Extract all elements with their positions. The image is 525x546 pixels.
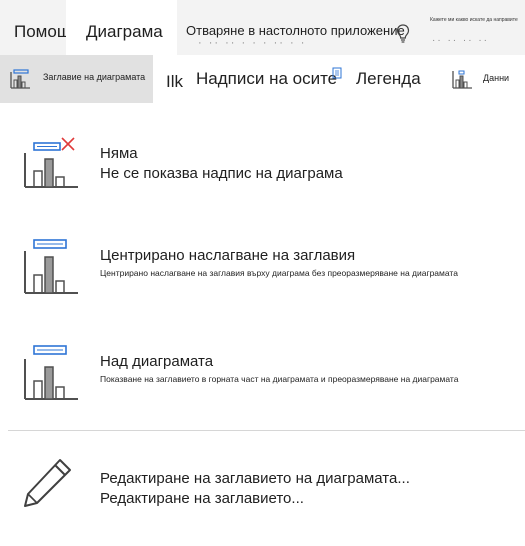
menu-item-description: Центрирано наслагване на заглавия върху … xyxy=(100,268,458,278)
data-labels-icon xyxy=(452,70,472,89)
menu-item-edit-chart-title[interactable]: Редактиране на заглавието на диаграмата.… xyxy=(0,445,525,525)
axis-icon-text: Ilk xyxy=(166,71,183,91)
tab-help[interactable]: Помощ xyxy=(14,22,71,42)
tell-me-faded-text: ·· ·· ·· ·· xyxy=(432,38,489,46)
chart-title-button-label: Заглавие на диаграмата xyxy=(43,72,146,82)
ribbon-tab-bar: Помощ Диаграма Отваряне в настолното при… xyxy=(0,0,525,55)
chart-ribbon: Заглавие на диаграмата Ilk Надписи на ос… xyxy=(0,55,525,103)
legend-button[interactable]: Легенда xyxy=(356,55,421,103)
menu-item-no-title[interactable]: Няма Не се показва надпис на диаграма xyxy=(0,125,525,205)
menu-item-description: Редактиране на заглавието... xyxy=(100,490,304,507)
legend-button-label: Легенда xyxy=(356,69,421,88)
lightbulb-icon[interactable] xyxy=(396,24,410,44)
menu-item-title: Над диаграмата xyxy=(100,353,214,370)
pencil-icon xyxy=(24,459,71,507)
data-labels-button-label: Данни xyxy=(483,73,510,83)
menu-item-title: Няма xyxy=(100,145,138,162)
chart-no-title-icon xyxy=(24,137,78,188)
open-in-desktop-app-faded-text: · ·· ·· · · · ·· · · xyxy=(198,40,307,47)
chart-centered-overlay-title-icon xyxy=(24,239,78,294)
menu-item-description: Показване на заглавието в горната част н… xyxy=(100,374,459,384)
axis-titles-button-label: Надписи на осите xyxy=(196,69,338,88)
axis-title-mini-icon xyxy=(332,67,342,79)
tell-me-search-box[interactable]: Кажете ми какво искате да направите xyxy=(430,17,518,23)
chart-title-above-icon xyxy=(24,345,78,400)
chart-title-button[interactable]: Заглавие на диаграмата xyxy=(0,55,153,103)
open-in-desktop-app-link[interactable]: Отваряне в настолното приложение xyxy=(186,23,405,38)
axis-titles-button[interactable]: Ilk Надписи на осите xyxy=(166,55,342,103)
chart-title-icon xyxy=(10,69,30,89)
menu-item-title: Центрирано наслагване на заглавия xyxy=(100,247,356,264)
data-labels-button[interactable]: Данни xyxy=(451,55,509,103)
menu-item-title: Редактиране на заглавието на диаграмата.… xyxy=(100,470,410,487)
menu-item-centered-overlay-title[interactable]: Центрирано наслагване на заглавия Центри… xyxy=(0,225,525,305)
menu-divider xyxy=(8,430,525,431)
menu-item-description: Не се показва надпис на диаграма xyxy=(100,165,343,182)
menu-item-title-above-chart[interactable]: Над диаграмата Показване на заглавието в… xyxy=(0,335,525,415)
tab-chart[interactable]: Диаграма xyxy=(66,0,177,55)
